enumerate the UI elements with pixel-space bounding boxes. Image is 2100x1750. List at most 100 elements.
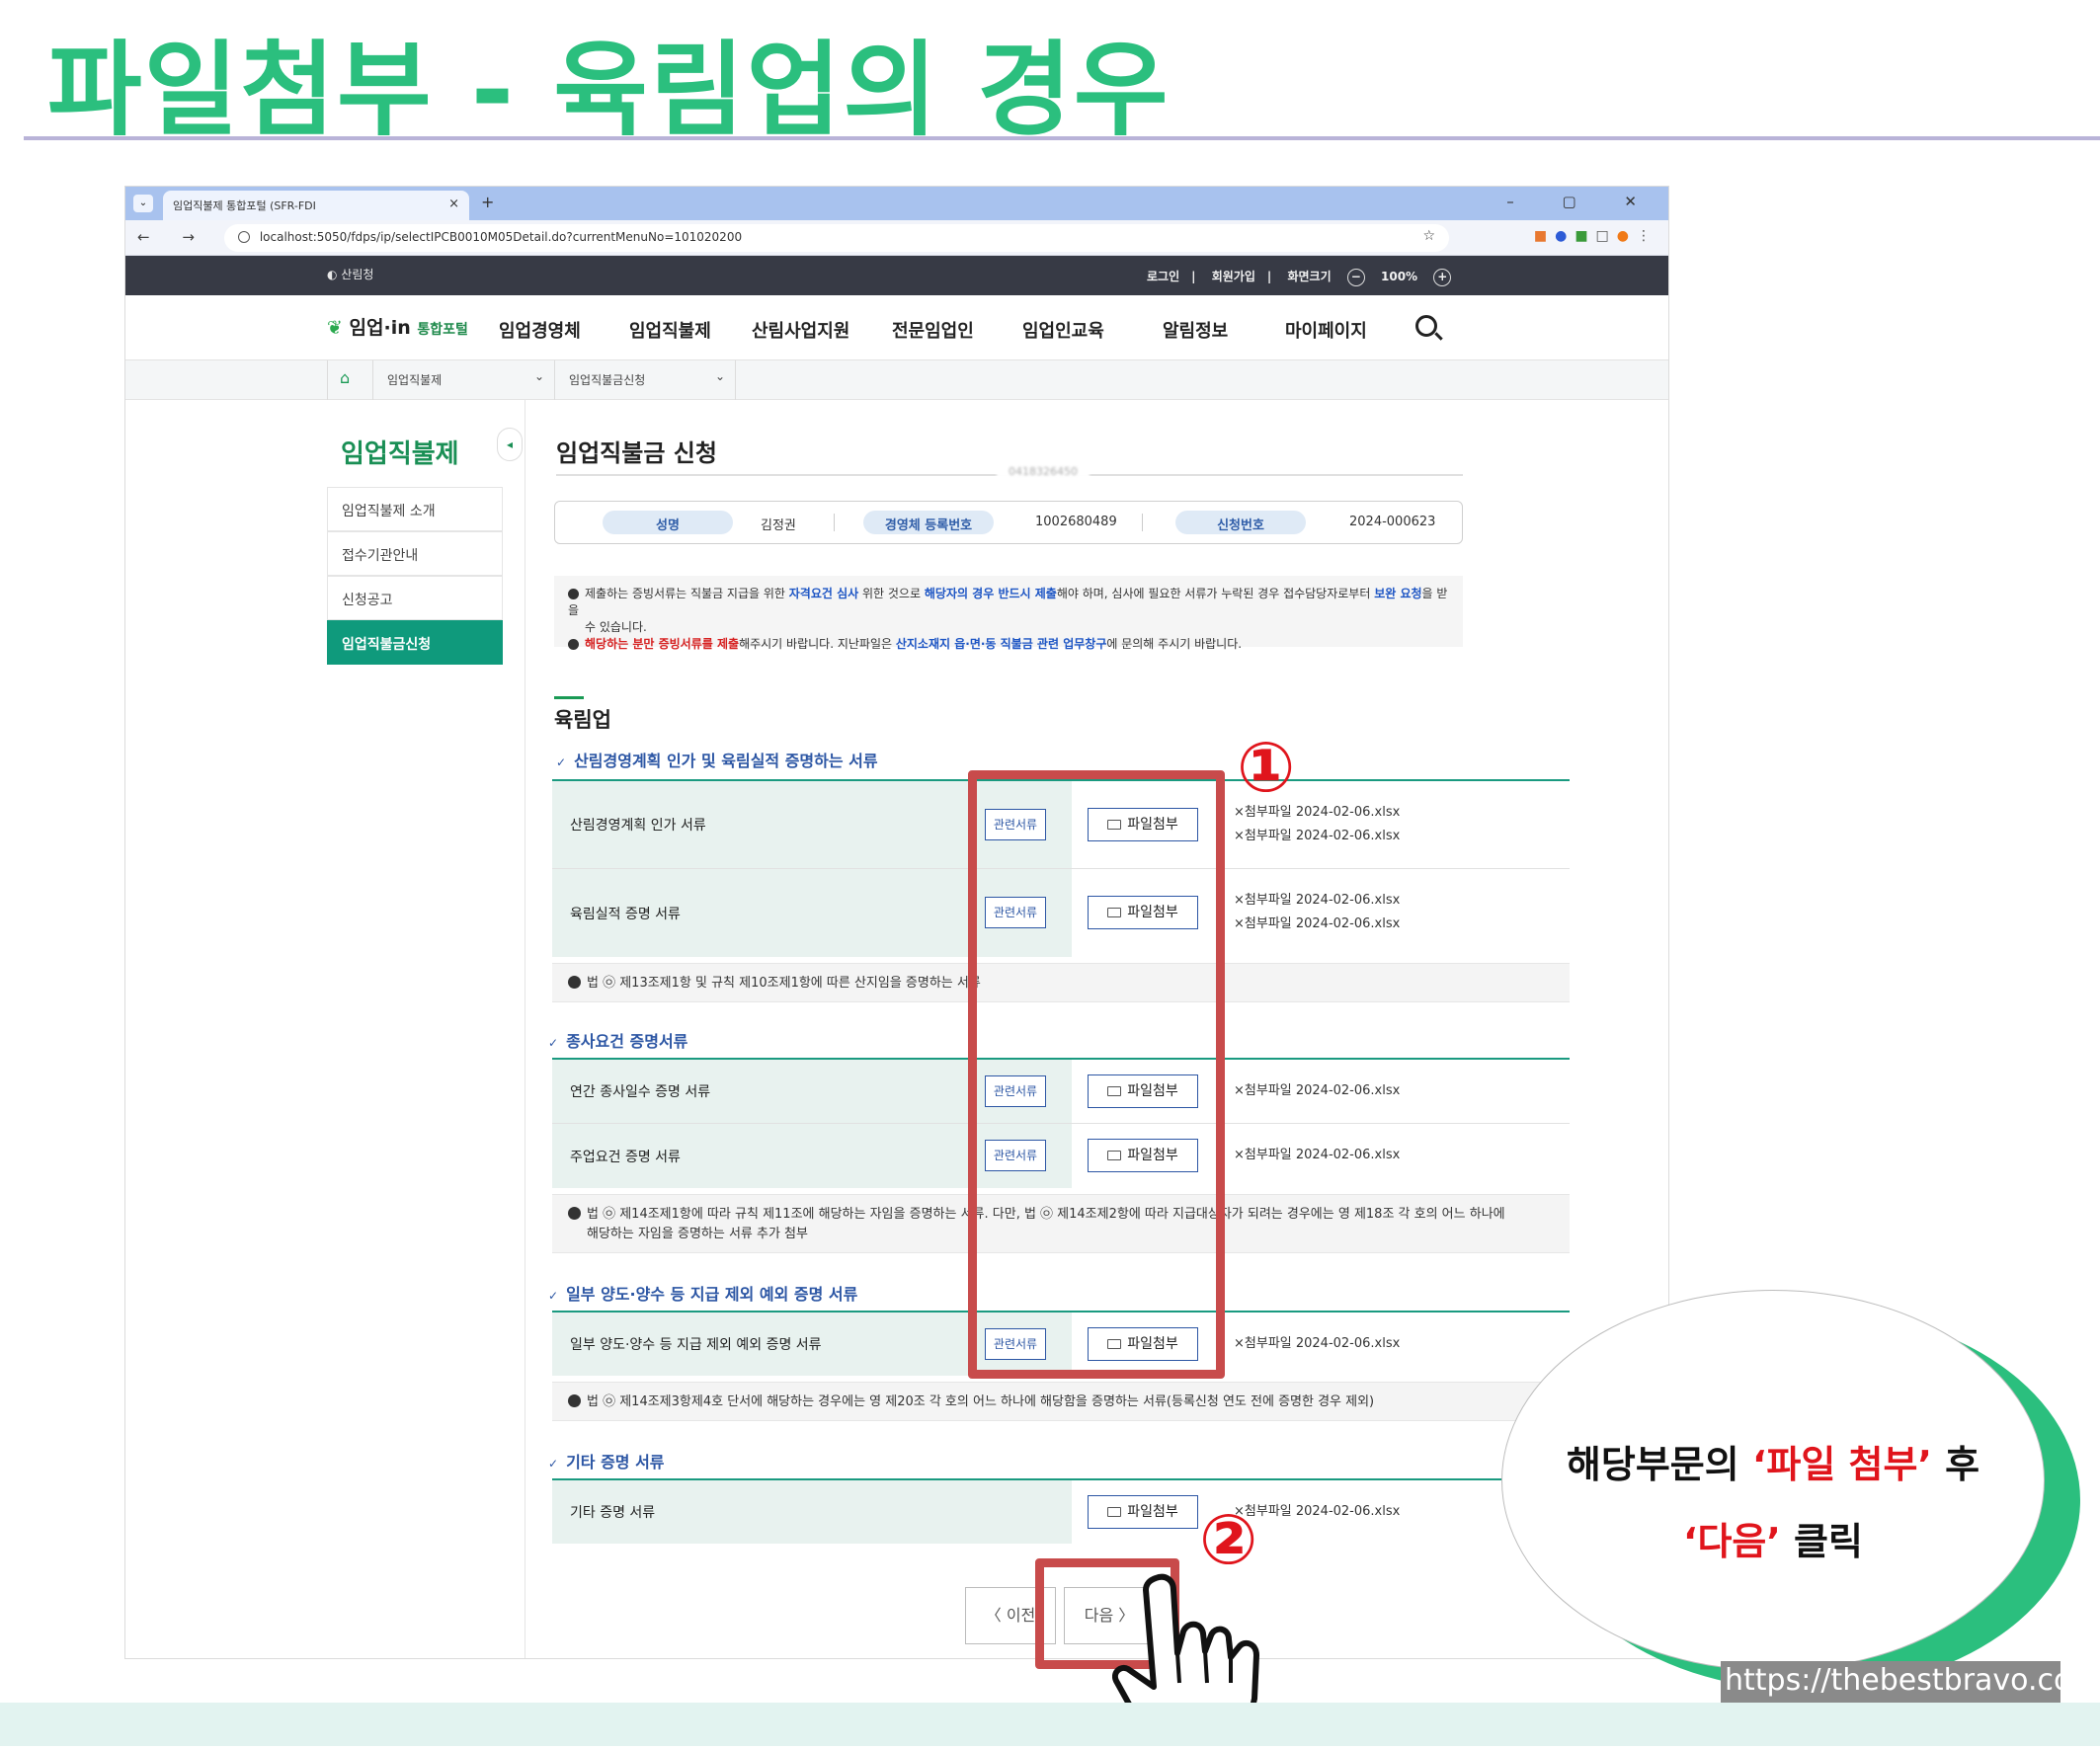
info-icon	[568, 1394, 581, 1407]
attached-files: ×첨부파일 2024-02-06.xlsx ×첨부파일 2024-02-06.x…	[1234, 889, 1400, 936]
extension-icon: ■	[1575, 228, 1596, 244]
bubble-text-line-2: ‘다음’ 클릭	[1683, 1520, 1863, 1563]
masked-id: 0418326450	[997, 465, 1090, 478]
requirement-note: 법 ㉧ 제14조제3항제4호 단서에 해당하는 경우에는 영 제20조 각 호의…	[552, 1382, 1570, 1421]
info-icon	[568, 1207, 581, 1220]
divider	[834, 514, 835, 531]
lnb-item-intro[interactable]: 임업직불제 소개	[327, 487, 503, 531]
window-controls[interactable]: – ▢ ✕	[1506, 193, 1658, 210]
info-icon	[568, 639, 579, 650]
attached-file[interactable]: ×첨부파일 2024-02-06.xlsx	[1234, 1079, 1400, 1103]
menu-item-expert-forester[interactable]: 전문임업인	[892, 317, 974, 343]
profile-icon: ●	[1616, 228, 1637, 244]
callout-number-2: ②	[1199, 1499, 1258, 1580]
zoom-level: 100%	[1381, 270, 1418, 283]
url-text: localhost:5050/fdps/ip/selectIPCB0010M05…	[259, 230, 743, 244]
group-title: 기타 증명 서류	[548, 1449, 664, 1472]
tab-search-button[interactable]: ⌄	[133, 195, 153, 212]
url-input[interactable]: localhost:5050/fdps/ip/selectIPCB0010M05…	[224, 224, 1449, 252]
extension-icons[interactable]: ■●■□●⋮	[1534, 228, 1658, 244]
tab-title: 임업직불제 통합포털 (SFR-FDI	[173, 199, 316, 212]
browser-tab[interactable]: 임업직불제 통합포털 (SFR-FDI ×	[163, 191, 469, 220]
menu-item-notice[interactable]: 알림정보	[1163, 317, 1228, 343]
breadcrumb: ⌂ 임업직불제 ⌄ 임업직불금신청 ⌄	[125, 360, 1668, 400]
applicant-info: 성명 김정권 경영체 등록번호 1002680489 신청번호 2024-000…	[554, 501, 1463, 544]
utility-links: 로그인 | 회원가입 | 화면크기 − 100% +	[1147, 268, 1463, 286]
attached-files: ×첨부파일 2024-02-06.xlsx	[1234, 1079, 1400, 1103]
application-no-label: 신청번호	[1175, 511, 1306, 534]
attached-file[interactable]: ×첨부파일 2024-02-06.xlsx	[1234, 889, 1400, 913]
info-icon	[568, 976, 581, 989]
kebab-menu-icon: ⋮	[1637, 228, 1658, 244]
extension-icon: ●	[1555, 228, 1575, 244]
group-title: 산림경영계획 인가 및 육림실적 증명하는 서류	[556, 748, 878, 771]
zoom-in-icon[interactable]: +	[1433, 269, 1452, 286]
attached-file[interactable]: ×첨부파일 2024-02-06.xlsx	[1234, 1500, 1400, 1524]
chevron-down-icon: ⌄	[714, 369, 725, 383]
attached-file[interactable]: ×첨부파일 2024-02-06.xlsx	[1234, 1144, 1400, 1167]
page-title: 임업직불금 신청	[556, 439, 717, 467]
address-bar: ← → C localhost:5050/fdps/ip/selectIPCB0…	[125, 220, 1668, 256]
attached-files: ×첨부파일 2024-02-06.xlsx ×첨부파일 2024-02-06.x…	[1234, 801, 1400, 848]
attached-file[interactable]: ×첨부파일 2024-02-06.xlsx	[1234, 825, 1400, 848]
menu-item-mypage[interactable]: 마이페이지	[1285, 317, 1367, 343]
bookmark-star-icon[interactable]: ☆	[1422, 228, 1435, 244]
attached-file[interactable]: ×첨부파일 2024-02-06.xlsx	[1234, 1332, 1400, 1356]
reg-no-label: 경영체 등록번호	[863, 511, 994, 534]
footer-band	[0, 1703, 2100, 1746]
highlight-box-attach	[968, 770, 1225, 1379]
attached-file[interactable]: ×첨부파일 2024-02-06.xlsx	[1234, 913, 1400, 936]
row-label: 기타 증명 서류	[552, 1480, 1072, 1544]
main-navigation: ❦ 임업·in 통합포털 임업경영체 임업직불제 산림사업지원 전문임업인 임업…	[125, 295, 1668, 360]
lnb-item-notice[interactable]: 신청공고	[327, 576, 503, 620]
site-logo[interactable]: ❦ 임업·in 통합포털	[327, 313, 468, 340]
section-title: 육림업	[554, 708, 611, 732]
title-divider	[24, 136, 2100, 140]
section-accent	[554, 696, 584, 699]
tab-strip: ⌄ 임업직불제 통합포털 (SFR-FDI × + – ▢ ✕	[125, 187, 1668, 220]
new-tab-button[interactable]: +	[481, 193, 494, 211]
breadcrumb-level-1[interactable]: 임업직불제 ⌄	[372, 360, 554, 400]
menu-item-forest-management[interactable]: 임업경영체	[499, 317, 581, 343]
signup-link[interactable]: 회원가입	[1212, 270, 1255, 283]
watermark: https://thebestbravo.com	[1721, 1661, 2100, 1703]
slide-title: 파일첨부 - 육림업의 경우	[47, 30, 1171, 150]
notice-box: 제출하는 증빙서류는 직불금 지급을 위한 자격요건 심사 위한 것으로 해당자…	[554, 576, 1463, 651]
screen-size-label: 화면크기	[1287, 270, 1332, 283]
callout-number-1: ①	[1237, 727, 1296, 808]
home-icon[interactable]: ⌂	[327, 360, 372, 400]
name-value: 김정권	[761, 518, 796, 533]
extension-icon: ■	[1533, 228, 1556, 244]
gov-logo: ◐ 산림청	[327, 268, 374, 281]
info-icon	[568, 589, 579, 599]
application-no-value: 2024-000623	[1349, 515, 1436, 529]
lnb-title: 임업직불제	[341, 439, 459, 469]
table-row: 기타 증명 서류 파일첨부 ×첨부파일 2024-02-06.xlsx	[552, 1478, 1570, 1544]
login-link[interactable]: 로그인	[1147, 270, 1179, 283]
puzzle-icon: □	[1595, 228, 1617, 244]
name-label: 성명	[603, 511, 733, 534]
search-icon[interactable]	[1415, 315, 1437, 337]
breadcrumb-level-2[interactable]: 임업직불금신청 ⌄	[554, 360, 736, 400]
group-title: 일부 양도·양수 등 지급 제외 예외 증명 서류	[548, 1281, 857, 1305]
browser-window: ⌄ 임업직불제 통합포털 (SFR-FDI × + – ▢ ✕ ← → C lo…	[124, 186, 1669, 1659]
menu-item-education[interactable]: 임업인교육	[1022, 317, 1104, 343]
close-icon[interactable]: ×	[448, 197, 459, 211]
collapse-sidebar-icon[interactable]: ◂	[497, 428, 523, 461]
menu-item-forest-support[interactable]: 산림사업지원	[752, 317, 849, 343]
menu-item-direct-payment[interactable]: 임업직불제	[629, 317, 711, 343]
attached-files: ×첨부파일 2024-02-06.xlsx	[1234, 1332, 1400, 1356]
bubble-text-line-1: 해당부문의 ‘파일 첨부’ 후	[1566, 1443, 1980, 1486]
lnb-item-application[interactable]: 임업직불금신청	[327, 620, 503, 665]
zoom-out-icon[interactable]: −	[1346, 269, 1365, 286]
divider	[1142, 514, 1143, 531]
attached-files: ×첨부파일 2024-02-06.xlsx	[1234, 1500, 1400, 1524]
attached-files: ×첨부파일 2024-02-06.xlsx	[1234, 1144, 1400, 1167]
group-title: 종사요건 증명서류	[548, 1028, 687, 1052]
chevron-down-icon: ⌄	[533, 369, 544, 383]
info-icon	[238, 231, 250, 243]
attach-file-button[interactable]: 파일첨부	[1088, 1495, 1198, 1529]
lnb-item-agency[interactable]: 접수기관안내	[327, 531, 503, 576]
reg-no-value: 1002680489	[1035, 515, 1117, 529]
site-top-bar: ◐ 산림청 로그인 | 회원가입 | 화면크기 − 100% +	[125, 256, 1668, 295]
